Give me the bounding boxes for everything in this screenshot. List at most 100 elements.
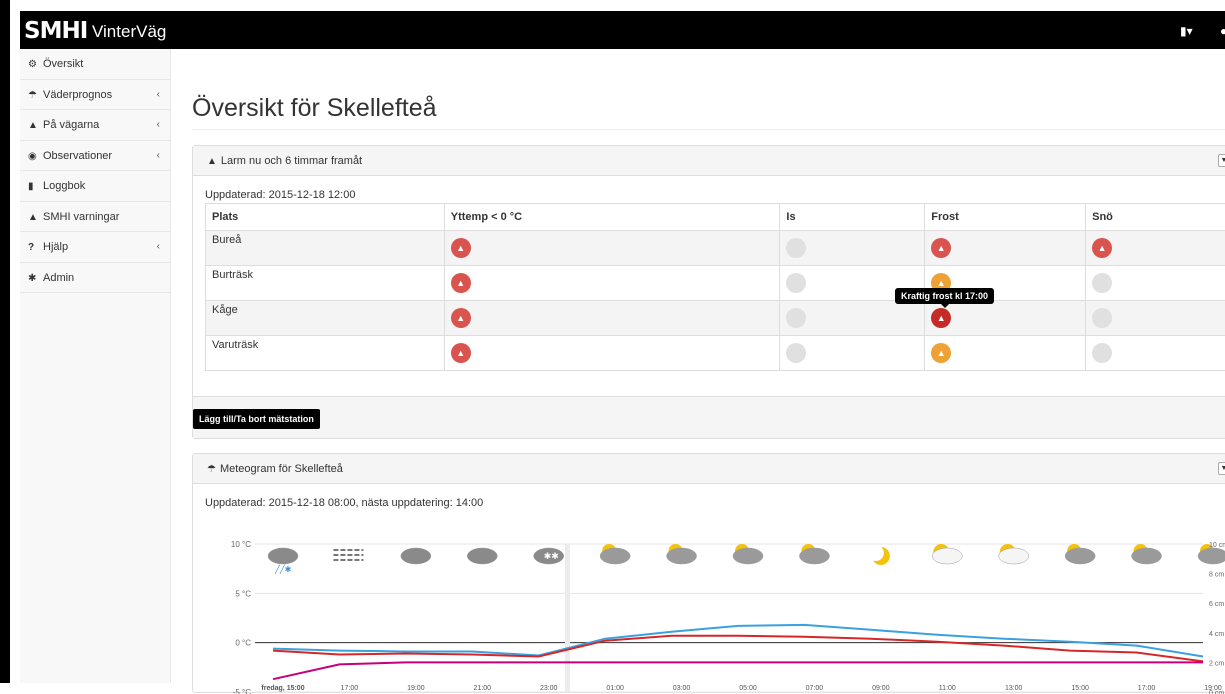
chevron-left-icon: ‹ bbox=[157, 80, 160, 110]
alarm-indicator-frost[interactable]: ▲ bbox=[931, 308, 951, 328]
sidebar-item-admin[interactable]: ✱Admin bbox=[20, 263, 170, 294]
sidebar-item-label: Observationer bbox=[43, 150, 112, 162]
alarm-indicator-frost[interactable]: ▲ bbox=[931, 343, 951, 363]
alarm-panel-header: ▲ Larm nu och 6 timmar framåt ▼ bbox=[193, 146, 1225, 176]
frost-tooltip: Kraftig frost kl 17:00 bbox=[895, 288, 994, 304]
y-tick-label: -5 °C bbox=[233, 688, 252, 694]
alarm-indicator-yttemp[interactable]: ▲ bbox=[451, 308, 471, 328]
cloud-icon bbox=[467, 548, 497, 564]
sidebar-item-label: SMHI varningar bbox=[43, 211, 119, 223]
meteogram-updated-text: Uppdaterad: 2015-12-18 08:00, nästa uppd… bbox=[205, 497, 483, 509]
collapse-toggle-button[interactable]: ▼ bbox=[1218, 462, 1225, 475]
sidebar-item-label: Loggbok bbox=[43, 180, 85, 192]
user-icon[interactable]: ● bbox=[1220, 24, 1225, 38]
cloud-icon bbox=[932, 548, 962, 564]
snow-icon: ✱✱ bbox=[544, 551, 559, 561]
warning-icon: ▲ bbox=[451, 308, 471, 328]
navbar: SMHI VinterVäg ▮▾ ● bbox=[20, 11, 1225, 49]
sidebar-item-smhi-varningar[interactable]: ▲SMHI varningar bbox=[20, 202, 170, 233]
x-tick-label: 23:00 bbox=[540, 685, 558, 692]
warning-icon: ▲ bbox=[931, 343, 951, 363]
alarm-table: Plats Yttemp < 0 °C Is Frost Snö Bureå ▲… bbox=[205, 203, 1225, 371]
y-tick-label: 0 °C bbox=[235, 639, 251, 648]
meteogram-panel-header: ☂Meteogram för Skellefteå ▼ bbox=[193, 454, 1225, 484]
column-header-plats: Plats bbox=[206, 204, 445, 231]
app-name[interactable]: VinterVäg bbox=[92, 22, 166, 42]
table-row: Kåge ▲ ▲ bbox=[206, 301, 1225, 336]
add-remove-station-button[interactable]: Lägg till/Ta bort mätstation bbox=[193, 409, 320, 429]
alarm-indicator-is[interactable] bbox=[786, 273, 806, 293]
main-content: Översikt för Skellefteå ▲Larm nu och 6 t… bbox=[172, 49, 1225, 683]
x-tick-label: 07:00 bbox=[806, 685, 824, 692]
x-tick-label: 03:00 bbox=[673, 685, 691, 692]
warning-icon: ▲ bbox=[451, 343, 471, 363]
x-tick-label: 01:00 bbox=[606, 685, 624, 692]
series-line-0 bbox=[273, 625, 1203, 657]
table-row: Bureå ▲ ▲ ▲ bbox=[206, 231, 1225, 266]
cloud-icon bbox=[268, 548, 298, 564]
umbrella-icon: ☂ bbox=[28, 81, 40, 111]
y-right-tick-label: 10 cm bbox=[1209, 542, 1225, 549]
alarm-indicator-yttemp[interactable]: ▲ bbox=[451, 238, 471, 258]
chevron-left-icon: ‹ bbox=[157, 232, 160, 262]
dashboard-icon: ⚙ bbox=[28, 50, 40, 80]
cloud-icon bbox=[733, 548, 763, 564]
column-header-is: Is bbox=[780, 204, 925, 231]
column-header-yttemp: Yttemp < 0 °C bbox=[444, 204, 780, 231]
road-icon: ▲ bbox=[207, 156, 217, 167]
alarm-indicator-sno[interactable]: ▲ bbox=[1092, 238, 1112, 258]
meteogram-chart: ╱╱✱✱✱ 10 °C5 °C0 °C-5 °C10 cm8 cm6 cm4 c… bbox=[193, 524, 1225, 694]
alarm-indicator-yttemp[interactable]: ▲ bbox=[451, 273, 471, 293]
series-line-2 bbox=[273, 662, 1203, 679]
alarm-updated-text: Uppdaterad: 2015-12-18 12:00 bbox=[205, 189, 355, 201]
sidebar-item-oversikt[interactable]: ⚙Översikt bbox=[20, 49, 170, 80]
sidebar-item-hjalp[interactable]: ?Hjälp ‹ bbox=[20, 232, 170, 263]
alarm-panel-title: Larm nu och 6 timmar framåt bbox=[221, 155, 362, 167]
alarm-indicator-sno[interactable] bbox=[1092, 308, 1112, 328]
table-header-row: Plats Yttemp < 0 °C Is Frost Snö bbox=[206, 204, 1225, 231]
collapse-toggle-button[interactable]: ▼ bbox=[1218, 154, 1225, 167]
cloud-icon bbox=[999, 548, 1029, 564]
column-header-sno: Snö bbox=[1086, 204, 1225, 231]
sidebar-item-pa-vagarna[interactable]: ▲På vägarna ‹ bbox=[20, 110, 170, 141]
x-tick-label: 19:00 bbox=[407, 685, 425, 692]
brand-logo[interactable]: SMHI bbox=[24, 18, 87, 44]
alarm-indicator-sno[interactable] bbox=[1092, 343, 1112, 363]
alarm-indicator-is[interactable] bbox=[786, 308, 806, 328]
book-icon[interactable]: ▮▾ bbox=[1180, 24, 1193, 38]
x-tick-label: 21:00 bbox=[474, 685, 492, 692]
eye-icon: ◉ bbox=[28, 142, 40, 172]
column-header-frost: Frost bbox=[925, 204, 1086, 231]
road-icon: ▲ bbox=[28, 111, 40, 141]
cloud-icon bbox=[799, 548, 829, 564]
warning-icon: ▲ bbox=[28, 203, 40, 233]
x-tick-label: fredag, 15:00 bbox=[261, 685, 304, 692]
cloud-icon bbox=[1198, 548, 1225, 564]
alarm-indicator-frost[interactable]: ▲ bbox=[931, 238, 951, 258]
sidebar-item-label: Hjälp bbox=[43, 241, 68, 253]
meteogram-panel: ☂Meteogram för Skellefteå ▼ Uppdaterad: … bbox=[192, 453, 1225, 693]
sidebar-item-label: Väderprognos bbox=[43, 89, 112, 101]
chevron-left-icon: ‹ bbox=[157, 141, 160, 171]
sidebar-item-observationer[interactable]: ◉Observationer ‹ bbox=[20, 141, 170, 172]
y-tick-label: 10 °C bbox=[231, 540, 251, 549]
sidebar-item-vaderprognos[interactable]: ☂Väderprognos ‹ bbox=[20, 80, 170, 111]
x-tick-label: 19:00 bbox=[1204, 685, 1222, 692]
rain-icon: ╱╱✱ bbox=[274, 564, 292, 574]
x-tick-label: 17:00 bbox=[341, 685, 359, 692]
alarm-indicator-yttemp[interactable]: ▲ bbox=[451, 343, 471, 363]
y-right-tick-label: 2 cm bbox=[1209, 660, 1224, 667]
sidebar-item-loggbok[interactable]: ▮Loggbok bbox=[20, 171, 170, 202]
alarm-indicator-sno[interactable] bbox=[1092, 273, 1112, 293]
y-right-tick-label: 8 cm bbox=[1209, 572, 1224, 579]
moon-cutout bbox=[868, 545, 884, 561]
alarm-indicator-is[interactable] bbox=[786, 343, 806, 363]
place-name: Varuträsk bbox=[212, 339, 258, 351]
y-tick-label: 5 °C bbox=[235, 589, 251, 598]
top-strip bbox=[10, 0, 1225, 11]
umbrella-icon: ☂ bbox=[207, 464, 216, 475]
gear-icon: ✱ bbox=[28, 264, 40, 294]
warning-icon: ▲ bbox=[1092, 238, 1112, 258]
place-name: Bureå bbox=[212, 234, 241, 246]
alarm-indicator-is[interactable] bbox=[786, 238, 806, 258]
